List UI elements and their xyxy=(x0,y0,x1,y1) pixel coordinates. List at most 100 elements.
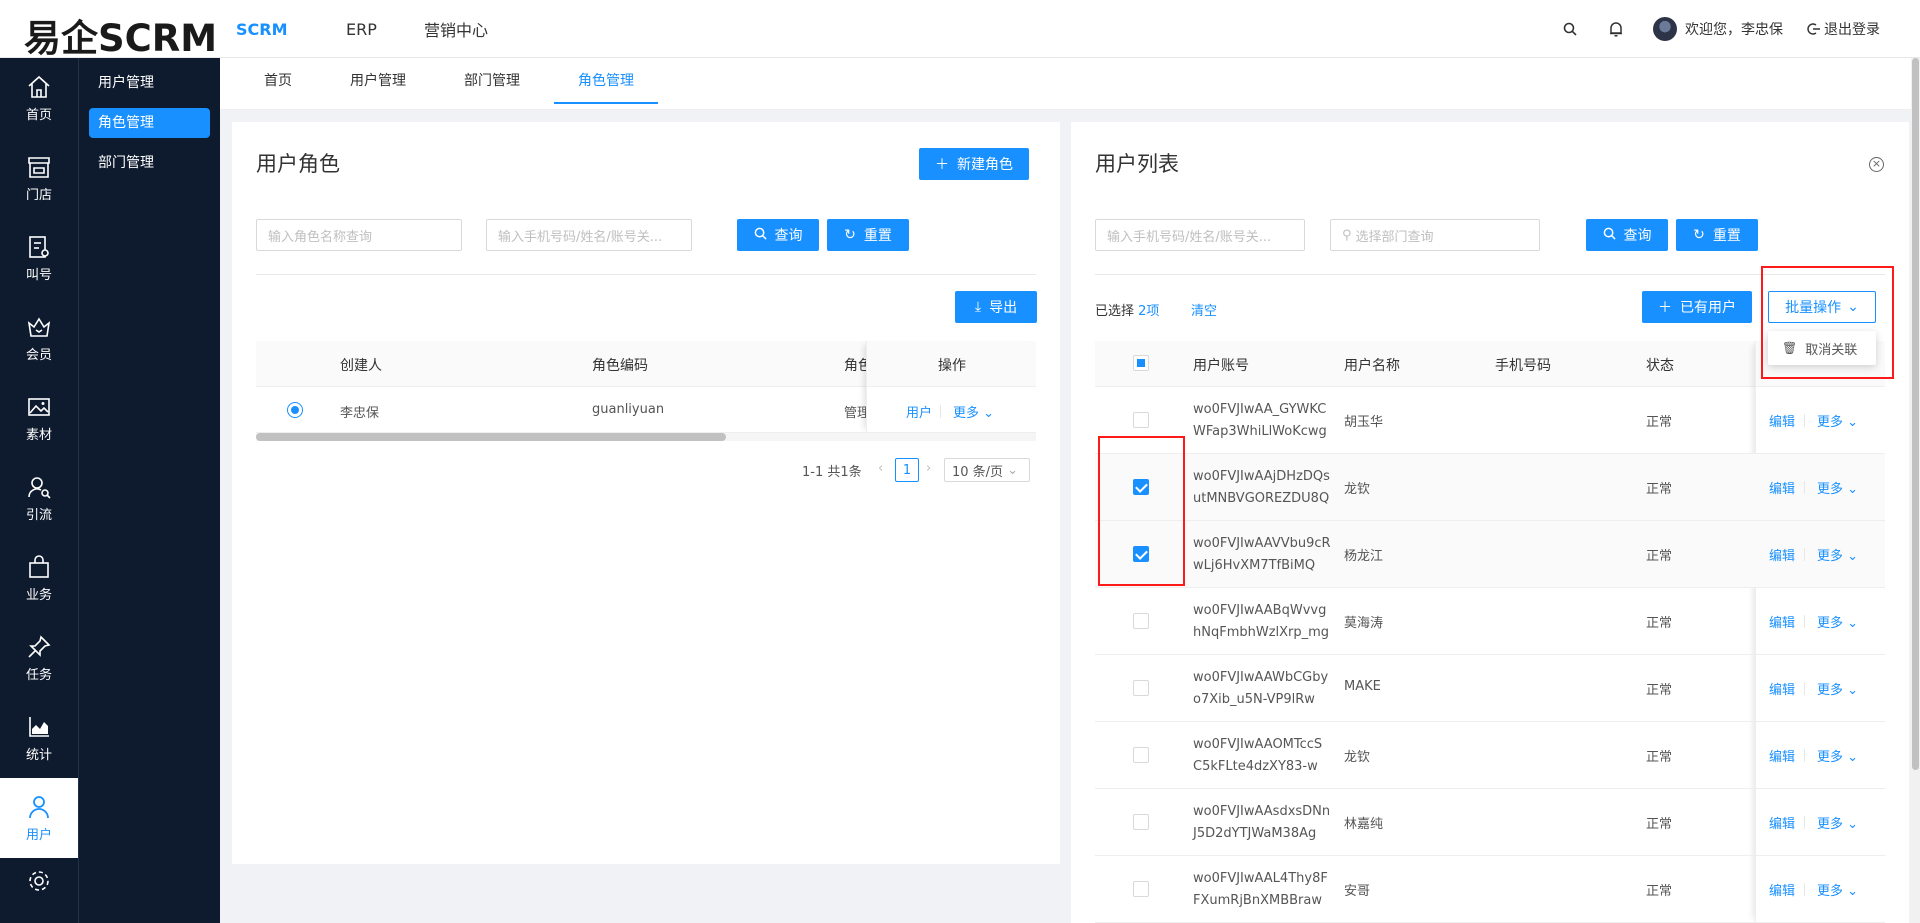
row-checkbox[interactable] xyxy=(1133,680,1149,696)
reload-icon: ↻ xyxy=(1693,227,1705,243)
more-link[interactable]: 更多 ⌄ xyxy=(1817,679,1858,698)
search-icon xyxy=(1603,227,1616,244)
sidebar-item-store[interactable]: 门店 xyxy=(0,138,78,218)
role-more-link[interactable]: 更多 ⌄ xyxy=(953,402,994,421)
row-checkbox[interactable] xyxy=(1133,814,1149,830)
sidebar-label: 引流 xyxy=(25,507,52,523)
roles-query-button[interactable]: 查询 xyxy=(737,219,819,251)
new-role-label: 新建角色 xyxy=(957,157,1013,173)
page-scrollbar-thumb[interactable] xyxy=(1912,58,1919,770)
more-label: 更多 xyxy=(1817,549,1844,564)
submenu-user-management[interactable]: 用户管理 xyxy=(89,68,210,98)
row-checkbox[interactable] xyxy=(1133,613,1149,629)
edit-link[interactable]: 编辑 xyxy=(1769,813,1795,832)
row-checkbox[interactable] xyxy=(1133,881,1149,897)
submenu-department-management[interactable]: 部门管理 xyxy=(89,148,210,178)
edit-link[interactable]: 编辑 xyxy=(1769,478,1795,497)
user-search-input[interactable]: 输入手机号码/姓名/账号关... xyxy=(1095,219,1305,251)
cell-user-account: wo0FVJIwAAVVbu9cR wLj6HvXM7TfBiMQ xyxy=(1193,533,1331,577)
row-radio[interactable] xyxy=(287,402,303,418)
search-icon[interactable] xyxy=(1561,20,1579,38)
action-separator xyxy=(940,405,941,418)
download-icon: ⤓ xyxy=(974,299,982,315)
page-tabs: 首页 用户管理 部门管理 角色管理 xyxy=(220,58,1920,110)
app-logo[interactable]: 易企SCRM xyxy=(24,8,217,62)
edit-link[interactable]: 编辑 xyxy=(1769,612,1795,631)
plus-icon: ＋ xyxy=(1658,300,1672,316)
edit-link[interactable]: 编辑 xyxy=(1769,545,1795,564)
action-separator xyxy=(1804,682,1805,695)
tab-department-management[interactable]: 部门管理 xyxy=(464,58,520,104)
sidebar-item-home[interactable]: 首页 xyxy=(0,58,78,138)
sidebar-item-settings[interactable] xyxy=(0,858,78,908)
queue-icon xyxy=(29,235,49,258)
cell-user-account: wo0FVJIwAAL4Thy8F FXumRjBnXMBBraw xyxy=(1193,868,1328,912)
edit-link[interactable]: 编辑 xyxy=(1769,411,1795,430)
export-button[interactable]: ⤓ 导出 xyxy=(955,291,1037,323)
cell-user-account: wo0FVJIwAAjDHzDQs utMNBVGOREZDU8Q xyxy=(1193,466,1330,510)
sidebar-item-member[interactable]: 会员 xyxy=(0,298,78,378)
tab-user-management[interactable]: 用户管理 xyxy=(350,58,406,104)
cell-status: 正常 xyxy=(1646,549,1673,564)
sidebar-item-material[interactable]: 素材 xyxy=(0,378,78,458)
tab-home[interactable]: 首页 xyxy=(264,58,292,104)
sidebar-item-traffic[interactable]: 引流 xyxy=(0,458,78,538)
cell-status: 正常 xyxy=(1646,817,1673,832)
pager-prev-icon[interactable]: ‹ xyxy=(878,461,883,476)
submenu-role-management[interactable]: 角色管理 xyxy=(89,108,210,138)
logout-button[interactable]: 退出登录 xyxy=(1807,19,1880,39)
department-select[interactable]: ⚲ 选择部门查询 xyxy=(1330,219,1540,251)
pager-next-icon[interactable]: › xyxy=(926,461,931,476)
chevron-down-icon: ⌄ xyxy=(1007,462,1018,478)
chevron-down-icon: ⌄ xyxy=(1843,750,1859,765)
bell-icon[interactable] xyxy=(1607,20,1625,38)
sidebar-item-task[interactable]: 任务 xyxy=(0,618,78,698)
more-link[interactable]: 更多 ⌄ xyxy=(1817,880,1858,899)
edit-link[interactable]: 编辑 xyxy=(1769,746,1795,765)
select-all-checkbox[interactable] xyxy=(1133,355,1149,371)
page-scrollbar[interactable] xyxy=(1911,58,1920,923)
account-line: FXumRjBnXMBBraw xyxy=(1193,893,1322,908)
more-link[interactable]: 更多 ⌄ xyxy=(1817,612,1858,631)
new-role-button[interactable]: ＋ 新建角色 xyxy=(919,148,1029,180)
topnav-erp[interactable]: ERP xyxy=(346,20,424,39)
avatar[interactable] xyxy=(1653,17,1677,41)
account-line: WFap3WhiLlWoKcwg xyxy=(1193,424,1327,439)
more-link[interactable]: 更多 ⌄ xyxy=(1817,411,1858,430)
topnav-scrm[interactable]: SCRM xyxy=(236,20,346,39)
sidebar-item-queue[interactable]: 叫号 xyxy=(0,218,78,298)
edit-link[interactable]: 编辑 xyxy=(1769,679,1795,698)
cell-user-name: 龙钦 xyxy=(1344,482,1371,497)
cell-status: 正常 xyxy=(1646,884,1673,899)
scrollbar-thumb[interactable] xyxy=(256,433,726,441)
existing-user-button[interactable]: ＋ 已有用户 xyxy=(1642,291,1752,323)
role-user-search-input[interactable]: 输入手机号码/姓名/账号关... xyxy=(486,219,692,251)
clear-selection-link[interactable]: 清空 xyxy=(1191,300,1217,319)
row-checkbox[interactable] xyxy=(1133,412,1149,428)
users-reset-button[interactable]: ↻ 重置 xyxy=(1676,219,1758,251)
more-link[interactable]: 更多 ⌄ xyxy=(1817,478,1858,497)
pager-page[interactable]: 1 xyxy=(895,458,919,482)
role-users-link[interactable]: 用户 xyxy=(906,402,932,421)
batch-menu-item-unlink[interactable]: 🗑 取消关联 xyxy=(1768,331,1876,365)
users-query-button[interactable]: 查询 xyxy=(1586,219,1668,251)
account-line: J5D2dYTJWaM38Ag xyxy=(1193,826,1317,841)
horizontal-scrollbar[interactable] xyxy=(256,433,1036,441)
sidebar-item-user[interactable]: 用户 xyxy=(0,778,78,858)
edit-link[interactable]: 编辑 xyxy=(1769,880,1795,899)
more-link[interactable]: 更多 ⌄ xyxy=(1817,545,1858,564)
role-name-search-input[interactable]: 输入角色名称查询 xyxy=(256,219,462,251)
more-label: 更多 xyxy=(1817,750,1844,765)
sidebar-item-stats[interactable]: 统计 xyxy=(0,698,78,778)
topnav-marketing[interactable]: 营销中心 xyxy=(424,17,524,41)
sidebar-item-business[interactable]: 业务 xyxy=(0,538,78,618)
page-size-select[interactable]: 10 条/页 ⌄ xyxy=(944,458,1030,482)
sidebar-label: 首页 xyxy=(25,107,52,123)
row-checkbox[interactable] xyxy=(1133,747,1149,763)
roles-reset-button[interactable]: ↻ 重置 xyxy=(827,219,909,251)
close-icon[interactable]: × xyxy=(1869,157,1884,172)
more-link[interactable]: 更多 ⌄ xyxy=(1817,813,1858,832)
tab-role-management[interactable]: 角色管理 xyxy=(554,58,658,104)
highlight-checkbox-box xyxy=(1098,436,1185,586)
more-link[interactable]: 更多 ⌄ xyxy=(1817,746,1858,765)
